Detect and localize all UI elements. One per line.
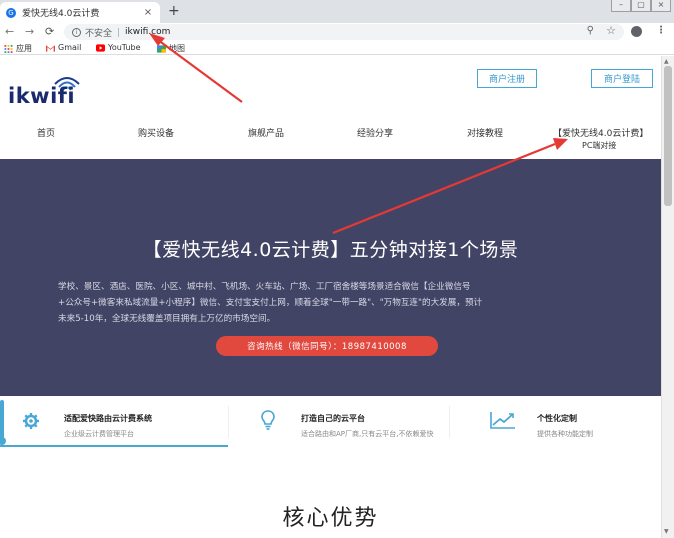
nav-item-tutorial[interactable]: 对接教程 [467,126,503,139]
hero-desc-line: 学校、景区、酒店、医院、小区、城中村、飞机场、火车站、广场、工厂宿舍楼等场景适合… [58,282,471,292]
account-avatar-icon[interactable] [631,26,642,37]
bookmark-label: 地图 [169,44,185,53]
nav-item-cloud-billing[interactable]: 【爱快无线4.0云计费】 [553,126,648,139]
new-tab-button[interactable]: + [168,4,180,18]
site-logo[interactable]: ikwifi [8,74,98,108]
minimize-icon[interactable]: – [611,0,631,12]
bookmark-maps[interactable]: 地图 [157,43,185,54]
zoom-icon[interactable]: ⚲ [587,25,594,36]
bookmark-apps[interactable]: 应用 [4,43,32,54]
reload-icon[interactable]: ⟳ [45,25,54,39]
tab-title: 爱快无线4.0云计费 [22,9,100,19]
site-favicon-icon: G [6,7,16,18]
hero-desc-line: 未来5-10年，全球无线覆盖项目拥有上万亿的市场空间。 [58,314,276,324]
feature-item[interactable]: 个性化定制 提供各种功能定制 [450,396,661,448]
omnibox-separator [118,27,120,37]
web-page: ikwifi 商户注册 商户登陆 首页 购买设备 旗舰产品 经验分享 对接教程 … [0,56,661,538]
info-icon[interactable]: i [72,27,81,37]
browser-toolbar: ← → ⟳ i 不安全 ikwifi.com ⚲ ☆ [0,23,674,41]
maximize-icon[interactable]: ▢ [631,0,651,12]
feature-title: 个性化定制 [537,414,577,423]
tab-close-icon[interactable]: × [142,7,154,18]
hero-description: 学校、景区、酒店、医院、小区、城中村、飞机场、火车站、广场、工厂宿舍楼等场景适合… [58,279,604,327]
bookmark-label: Gmail [58,43,82,52]
scroll-up-arrow-icon[interactable]: ▲ [664,58,669,65]
youtube-icon [96,43,105,52]
insecure-label: 不安全 [85,28,113,39]
feature-item[interactable]: 适配爱快路由云计费系统 企业级云计费管理平台 [0,396,228,448]
bookmark-star-icon[interactable]: ☆ [606,24,616,37]
hero-banner: 【爱快无线4.0云计费】五分钟对接1个场景 学校、景区、酒店、医院、小区、城中村… [0,159,661,396]
browser-tab[interactable]: G 爱快无线4.0云计费 × [0,2,160,23]
gmail-icon [46,44,55,52]
window-close-icon[interactable]: × [651,0,671,12]
hero-desc-line: +公众号+微客来私域流量+小程序】微信、支付宝支付上网，顺着全球"一带一路"、"… [58,298,483,308]
feature-subtitle: 适合路由和AP厂商,只有云平台,不依赖爱快 [301,430,434,438]
feature-subtitle: 企业级云计费管理平台 [64,430,134,438]
page-scrollbar[interactable]: ▲ ▼ [661,56,674,538]
hotline-button[interactable]: 咨询热线（微信同号）：18987410008 [216,336,438,356]
url-text[interactable]: ikwifi.com [125,27,170,37]
address-bar[interactable]: i 不安全 ikwifi.com ⚲ ☆ [64,24,624,40]
feature-strip: 适配爱快路由云计费系统 企业级云计费管理平台 打造自己的云平台 适合路由和AP厂… [0,396,661,448]
scroll-thumb[interactable] [664,66,672,206]
login-button[interactable]: 商户登陆 [591,69,653,88]
nav-item-products[interactable]: 旗舰产品 [248,126,284,139]
scroll-down-arrow-icon[interactable]: ▼ [664,528,669,535]
browser-window: G 爱快无线4.0云计费 × + – ▢ × ← → ⟳ i 不安全 ikwif… [0,0,674,538]
lightbulb-icon [261,410,275,430]
forward-arrow-icon[interactable]: → [25,25,34,39]
logo-text: ikwifi [8,84,76,108]
nav-item-buy[interactable]: 购买设备 [138,126,174,139]
feature-title: 打造自己的云平台 [301,414,365,423]
nav-item-experience[interactable]: 经验分享 [357,126,393,139]
feature-title: 适配爱快路由云计费系统 [64,414,152,423]
nav-subitem-pc[interactable]: PC端对接 [582,140,616,151]
main-nav: 首页 购买设备 旗舰产品 经验分享 对接教程 【爱快无线4.0云计费】 PC端对… [0,116,661,156]
bookmark-label: YouTube [108,43,141,52]
thermometer-icon [0,400,6,445]
bookmark-youtube[interactable]: YouTube [96,43,141,52]
back-arrow-icon[interactable]: ← [5,25,14,39]
gear-icon [23,413,39,429]
browser-menu-icon[interactable]: ⋮ [656,25,666,36]
register-button[interactable]: 商户注册 [477,69,537,88]
section-title: 核心优势 [282,506,379,531]
bookmarks-bar: 应用 Gmail YouTube 地图 [0,41,674,55]
nav-item-home[interactable]: 首页 [37,126,55,139]
chart-trend-icon [490,412,515,429]
feature-subtitle: 提供各种功能定制 [537,430,593,438]
hero-title: 【爱快无线4.0云计费】五分钟对接1个场景 [142,239,519,261]
tab-bar: G 爱快无线4.0云计费 × + – ▢ × [0,0,674,23]
apps-grid-icon [4,44,13,53]
maps-icon [157,44,166,53]
feature-item[interactable]: 打造自己的云平台 适合路由和AP厂商,只有云平台,不依赖爱快 [229,396,449,448]
bookmark-gmail[interactable]: Gmail [46,43,81,52]
active-indicator [0,445,228,447]
bookmark-label: 应用 [16,44,32,53]
